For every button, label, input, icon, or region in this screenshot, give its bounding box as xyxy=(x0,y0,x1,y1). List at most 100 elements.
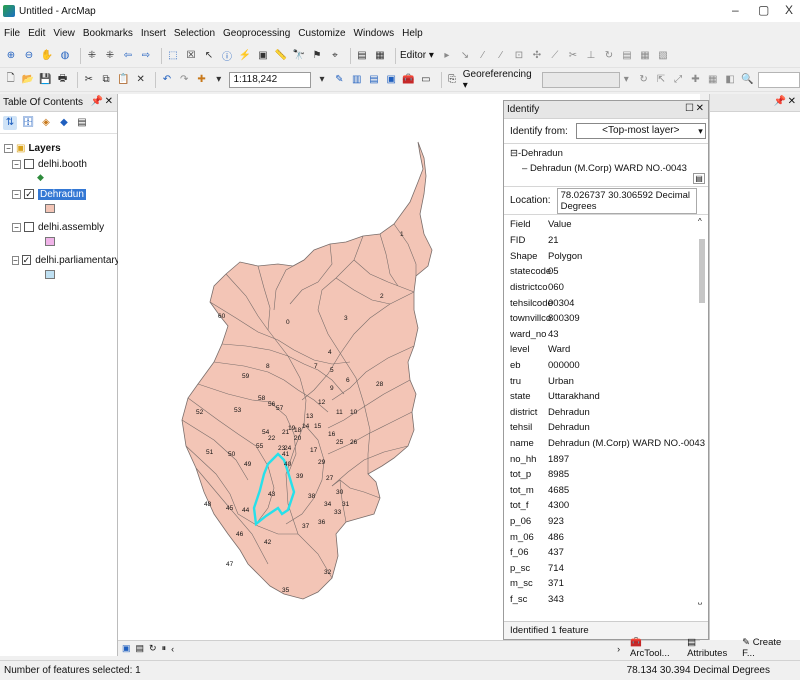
attribute-row[interactable]: ward_no 43 xyxy=(504,327,708,343)
undo-icon[interactable]: ↶ xyxy=(160,73,173,87)
collapse-icon[interactable]: − xyxy=(12,159,21,169)
attribute-row[interactable]: tehsilcode 00304 xyxy=(504,295,708,311)
menu-bookmarks[interactable]: Bookmarks xyxy=(83,28,133,39)
list-by-drawing-order-icon[interactable]: ⇅ xyxy=(3,115,17,130)
attribute-row[interactable]: f_sc 343 xyxy=(504,592,708,605)
time-slider-icon[interactable]: ▤ xyxy=(355,49,369,63)
attribute-row[interactable]: Shape Polygon xyxy=(504,249,708,265)
collapse-icon[interactable]: − xyxy=(12,255,19,265)
select-elements-icon[interactable]: ↖ xyxy=(202,49,216,63)
attribute-row[interactable]: tot_m 4685 xyxy=(504,483,708,499)
layout-view-icon[interactable]: ▤ xyxy=(136,643,145,654)
pan-icon[interactable]: ✋ xyxy=(40,49,54,63)
tree-child-feature[interactable]: – Dehradun (M.Corp) WARD NO.-0043 xyxy=(522,163,702,174)
close-button[interactable]: X xyxy=(785,3,793,17)
layout-toggle-icon[interactable]: ▤ xyxy=(693,173,705,184)
collapse-icon[interactable]: − xyxy=(12,189,21,199)
menu-geoprocessing[interactable]: Geoprocessing xyxy=(223,28,290,39)
python-window-icon[interactable]: ▭ xyxy=(419,73,432,87)
georef-text-input[interactable] xyxy=(758,71,800,88)
layer-visibility-checkbox[interactable]: ✓ xyxy=(24,189,34,199)
catalog-window-icon[interactable]: ▤ xyxy=(367,73,380,87)
forward-extent-icon[interactable]: ⇨ xyxy=(139,49,153,63)
attribute-row[interactable]: m_sc 371 xyxy=(504,576,708,592)
arctoolbox-tab[interactable]: 🧰 ArcTool... xyxy=(630,637,681,659)
toc-layer-delhi-assembly[interactable]: − delhi.assembly xyxy=(12,219,117,235)
hyperlink-icon[interactable]: ⚡ xyxy=(238,49,252,63)
list-by-visibility-icon[interactable]: ◈ xyxy=(39,116,53,130)
viewer-window-icon[interactable]: ▦ xyxy=(373,49,387,63)
close-icon[interactable]: ✕ xyxy=(105,96,113,107)
layers-root[interactable]: − ▣ Layers xyxy=(4,140,117,156)
menu-customize[interactable]: Customize xyxy=(298,28,345,39)
collapse-icon[interactable]: − xyxy=(12,222,21,232)
list-by-selection-icon[interactable]: ◆ xyxy=(57,116,71,130)
attribute-row[interactable]: FID 21 xyxy=(504,233,708,249)
arctoolbox-window-icon[interactable]: 🧰 xyxy=(402,73,415,87)
toc-layer-delhi-booth[interactable]: − delhi.booth xyxy=(12,156,117,172)
attribute-row[interactable]: tot_f 4300 xyxy=(504,498,708,514)
map-scale-input[interactable]: 1:118,242 xyxy=(229,71,312,88)
copy-icon[interactable]: ⧉ xyxy=(99,73,112,87)
pin-icon[interactable]: 📌 xyxy=(91,96,103,107)
layer-visibility-checkbox[interactable] xyxy=(24,222,34,232)
editor-toolbar-icon[interactable]: ✎ xyxy=(333,73,346,87)
search-window-icon[interactable]: ▣ xyxy=(385,73,398,87)
attribute-row[interactable]: f_06 437 xyxy=(504,545,708,561)
toc-window-icon[interactable]: ▥ xyxy=(350,73,363,87)
find-route-icon[interactable]: ⚑ xyxy=(310,49,324,63)
close-icon[interactable]: ✕ xyxy=(696,103,704,114)
pin-icon[interactable]: 📌 xyxy=(774,96,786,107)
polygon-symbol-swatch[interactable] xyxy=(45,270,55,279)
restore-button[interactable]: ▢ xyxy=(758,3,769,17)
print-icon[interactable]: 🖶 xyxy=(56,73,69,87)
back-extent-icon[interactable]: ⇦ xyxy=(121,49,135,63)
menu-view[interactable]: View xyxy=(53,28,75,39)
georeferencing-menu[interactable]: Georeferencing ▾ xyxy=(463,69,536,91)
attribute-row[interactable]: district Dehradun xyxy=(504,405,708,421)
clear-selection-icon[interactable]: ☒ xyxy=(184,49,198,63)
full-extent-icon[interactable]: ◍ xyxy=(58,49,72,63)
scale-dropdown-icon[interactable]: ▾ xyxy=(315,73,328,87)
redo-icon[interactable]: ↷ xyxy=(178,73,191,87)
zoom-out-icon[interactable]: ⊖ xyxy=(22,49,36,63)
add-data-dropdown-icon[interactable]: ▾ xyxy=(212,73,225,87)
scroll-up-icon[interactable]: ^ xyxy=(698,217,702,226)
attribute-row[interactable]: tru Urban xyxy=(504,373,708,389)
delete-icon[interactable]: ✕ xyxy=(134,73,147,87)
attribute-row[interactable]: state Uttarakhand xyxy=(504,389,708,405)
menu-help[interactable]: Help xyxy=(402,28,423,39)
attribute-row[interactable]: p_06 923 xyxy=(504,514,708,530)
layer-visibility-checkbox[interactable] xyxy=(24,159,34,169)
attribute-row[interactable]: tot_p 8985 xyxy=(504,467,708,483)
attributes-tab[interactable]: ▤ Attributes xyxy=(687,637,736,659)
menu-file[interactable]: File xyxy=(4,28,20,39)
polygon-symbol-swatch[interactable] xyxy=(45,204,55,213)
menu-insert[interactable]: Insert xyxy=(141,28,166,39)
collapse-icon[interactable]: − xyxy=(4,143,13,153)
paste-icon[interactable]: 📋 xyxy=(117,73,130,87)
tree-root[interactable]: ⊟-Dehradun xyxy=(510,148,702,159)
menu-selection[interactable]: Selection xyxy=(174,28,215,39)
refresh-icon[interactable]: ↻ xyxy=(149,643,157,654)
options-icon[interactable]: ▤ xyxy=(75,116,89,130)
html-popup-icon[interactable]: ▣ xyxy=(256,49,270,63)
attribute-row[interactable]: townvillco 800309 xyxy=(504,311,708,327)
scroll-left-icon[interactable]: ‹ xyxy=(171,644,174,654)
polygon-symbol-swatch[interactable] xyxy=(45,237,55,246)
identify-icon[interactable]: ⓘ xyxy=(220,49,234,63)
maximize-icon[interactable]: ☐ xyxy=(685,103,694,114)
attribute-row[interactable]: m_06 486 xyxy=(504,529,708,545)
menu-edit[interactable]: Edit xyxy=(28,28,45,39)
attribute-row[interactable]: name Dehradun (M.Corp) WARD NO.-0043 xyxy=(504,436,708,452)
go-to-xy-icon[interactable]: ⌖ xyxy=(328,49,342,63)
attribute-row[interactable]: level Ward xyxy=(504,342,708,358)
attribute-row[interactable]: statecode 05 xyxy=(504,264,708,280)
measure-icon[interactable]: 📏 xyxy=(274,49,288,63)
layer-visibility-checkbox[interactable]: ✓ xyxy=(21,255,32,265)
toc-layer-delhi-parliamentary[interactable]: − ✓ delhi.parliamentary xyxy=(12,252,120,268)
close-icon[interactable]: ✕ xyxy=(788,96,796,107)
pause-drawing-icon[interactable]: ⏸ xyxy=(162,643,167,654)
data-view-icon[interactable]: ▣ xyxy=(122,643,131,654)
fixed-zoom-out-icon[interactable]: ⁜ xyxy=(103,49,117,63)
